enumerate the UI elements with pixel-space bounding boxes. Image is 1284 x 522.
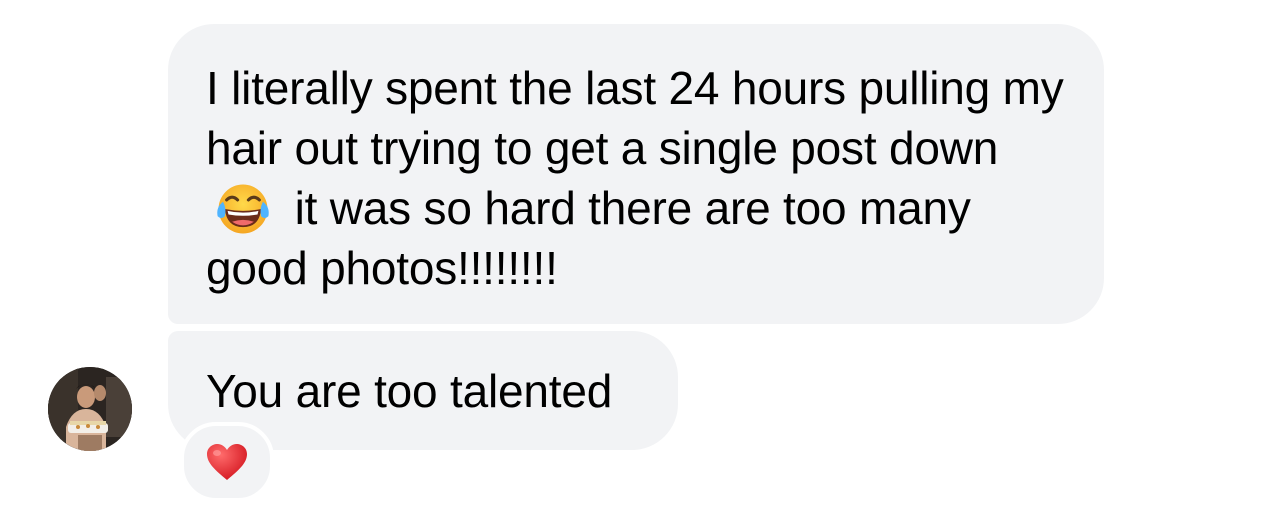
message-text-part-1: I literally spent the last 24 hours pull… (206, 62, 1064, 174)
message-text-part-2: it was so hard there are too many good p… (206, 182, 971, 294)
red-heart-icon (207, 444, 247, 480)
reaction-badge[interactable] (180, 422, 274, 502)
message-text: You are too talented (206, 365, 613, 417)
sender-avatar[interactable] (48, 367, 132, 451)
avatar-photo (48, 367, 132, 451)
message-bubble-received[interactable]: I literally spent the last 24 hours pull… (168, 24, 1104, 324)
message-text: I literally spent the last 24 hours pull… (206, 58, 1064, 298)
laughing-tears-emoji-icon (217, 184, 269, 234)
